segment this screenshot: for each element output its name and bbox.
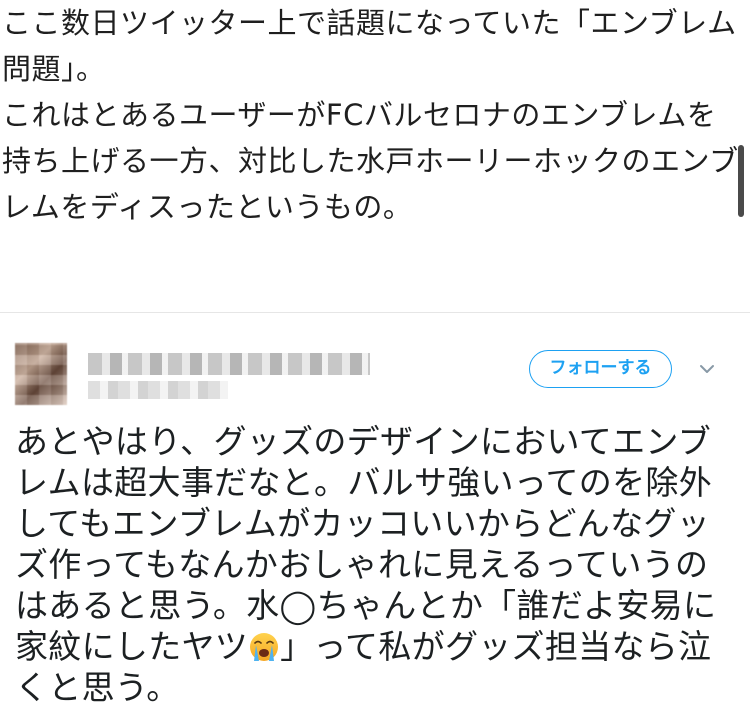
- page-scrollbar[interactable]: [738, 145, 744, 217]
- chevron-down-icon[interactable]: [698, 362, 716, 376]
- embedded-tweet: フォローする あとやはり、グッズのデザインにおいてエンブレムは超大事だなと。バル…: [0, 312, 750, 707]
- tweet-text: あとやはり、グッズのデザインにおいてエンブレムは超大事だなと。バルサ強いってのを…: [15, 421, 740, 708]
- author-handle-blurred[interactable]: [88, 381, 228, 399]
- author-name-blurred[interactable]: [88, 353, 370, 375]
- article-paragraph-1: ここ数日ツイッター上で話題になっていた「エンブレム問題」。: [2, 6, 737, 86]
- article-body: ここ数日ツイッター上で話題になっていた「エンブレム問題」。 これはとあるユーザー…: [0, 0, 740, 230]
- article-paragraph-2: これはとあるユーザーがFCバルセロナのエンブレムを持ち上げる一方、対比した水戸ホ…: [2, 98, 739, 224]
- follow-button[interactable]: フォローする: [529, 350, 672, 388]
- tweet-author-row: フォローする: [0, 313, 750, 413]
- loudly-crying-face-icon: [250, 633, 279, 661]
- author-avatar-blurred[interactable]: [15, 343, 67, 405]
